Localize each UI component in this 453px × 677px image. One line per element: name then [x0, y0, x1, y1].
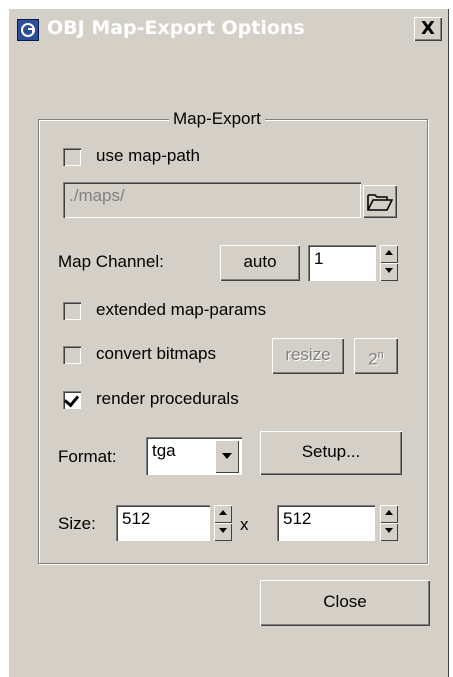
size-height-spinner[interactable] — [380, 505, 398, 541]
size-label: Size: — [58, 514, 96, 533]
spin-up-icon[interactable] — [380, 505, 398, 523]
group-label: Map-Export — [169, 109, 265, 129]
browse-folder-button[interactable] — [363, 185, 397, 218]
render-procedurals-checkbox[interactable] — [63, 391, 81, 409]
size-separator: x — [240, 515, 249, 534]
app-icon — [17, 19, 39, 41]
chevron-down-icon[interactable] — [215, 440, 239, 473]
pow2-base: 2 — [368, 349, 378, 369]
spin-down-icon[interactable] — [214, 523, 232, 541]
size-width-input[interactable]: 512 — [116, 505, 210, 541]
close-button[interactable]: Close — [260, 580, 430, 626]
map-path-field[interactable]: ./maps/ — [63, 182, 361, 218]
size-height-input[interactable]: 512 — [277, 505, 375, 541]
title-bar[interactable]: OBJ Map-Export Options X — [11, 11, 446, 47]
pow2-exponent: n — [377, 349, 384, 361]
format-label: Format: — [58, 447, 117, 466]
setup-button[interactable]: Setup... — [260, 431, 402, 475]
convert-bitmaps-checkbox[interactable] — [63, 346, 81, 364]
spin-down-icon[interactable] — [380, 523, 398, 541]
map-channel-spinner[interactable] — [380, 245, 398, 281]
map-channel-input[interactable]: 1 — [308, 245, 376, 281]
resize-button[interactable]: resize — [272, 338, 344, 374]
map-channel-auto-button[interactable]: auto — [220, 245, 300, 281]
convert-bitmaps-label: convert bitmaps — [96, 344, 216, 363]
spin-up-icon[interactable] — [214, 505, 232, 523]
power-of-two-button[interactable]: 2n — [354, 338, 398, 374]
spin-down-icon[interactable] — [380, 263, 398, 281]
use-map-path-label: use map-path — [96, 146, 200, 165]
window-title: OBJ Map-Export Options — [47, 17, 305, 39]
folder-open-icon — [367, 194, 393, 211]
size-width-spinner[interactable] — [214, 505, 232, 541]
close-icon[interactable]: X — [414, 17, 442, 41]
map-channel-label: Map Channel: — [58, 252, 164, 271]
dialog-window: OBJ Map-Export Options X Map-Export use … — [8, 8, 449, 677]
render-procedurals-label: render procedurals — [96, 389, 239, 408]
extended-map-params-checkbox[interactable] — [63, 302, 81, 320]
checkmark-icon — [63, 391, 80, 408]
extended-map-params-label: extended map-params — [96, 300, 267, 319]
format-select-value: tga — [152, 441, 176, 460]
use-map-path-checkbox[interactable] — [63, 148, 81, 166]
spin-up-icon[interactable] — [380, 245, 398, 263]
